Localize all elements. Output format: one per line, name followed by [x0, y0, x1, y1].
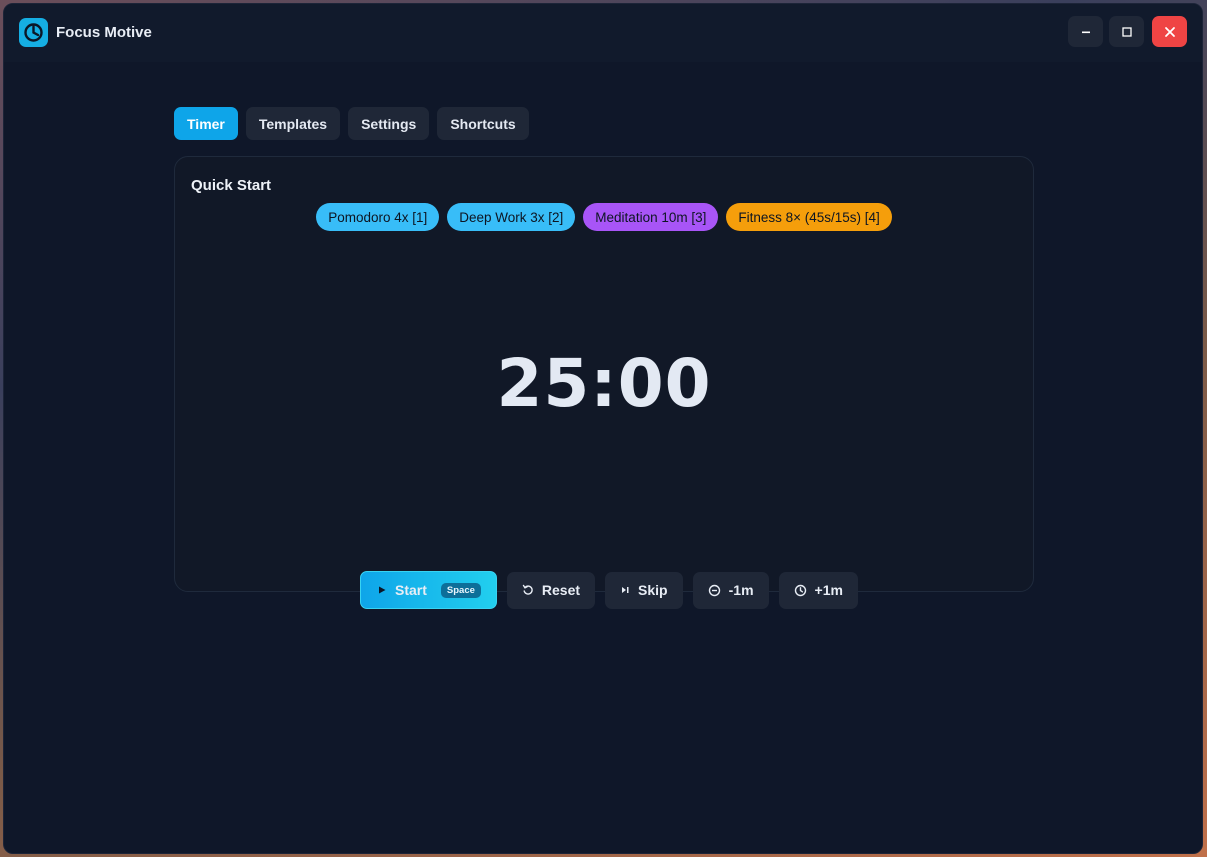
skip-button[interactable]: Skip	[605, 571, 683, 609]
preset-pomodoro[interactable]: Pomodoro 4x [1]	[316, 203, 440, 231]
shortcut-badge: Space	[440, 582, 481, 598]
plus-minute-label: +1m	[814, 582, 843, 598]
minimize-icon	[1080, 26, 1092, 38]
preset-deep-work[interactable]: Deep Work 3x [2]	[447, 203, 576, 231]
minus-circle-icon	[708, 584, 721, 597]
plus-minute-button[interactable]: +1m	[778, 571, 858, 609]
minus-minute-label: -1m	[728, 582, 754, 598]
preset-meditation[interactable]: Meditation 10m [3]	[583, 203, 719, 231]
reset-button[interactable]: Reset	[506, 571, 596, 609]
preset-fitness[interactable]: Fitness 8× (45s/15s) [4]	[726, 203, 892, 231]
minimize-button[interactable]	[1068, 16, 1103, 47]
reset-label: Reset	[541, 582, 581, 598]
play-icon	[377, 585, 387, 595]
app-clock-icon	[19, 18, 48, 47]
tab-settings[interactable]: Settings	[348, 107, 430, 140]
app-title: Focus Motive	[56, 24, 152, 41]
timer-panel: Quick Start Pomodoro 4x [1] Deep Work 3x…	[174, 156, 1034, 592]
skip-label: Skip	[638, 582, 668, 598]
skip-icon	[620, 585, 630, 595]
main-tabs: Timer Templates Settings Shortcuts	[174, 107, 529, 140]
maximize-icon	[1121, 26, 1133, 38]
timer-display: 25:00	[496, 345, 712, 422]
maximize-button[interactable]	[1109, 16, 1144, 47]
tab-timer[interactable]: Timer	[174, 107, 238, 140]
minus-minute-button[interactable]: -1m	[692, 571, 769, 609]
preset-list: Pomodoro 4x [1] Deep Work 3x [2] Meditat…	[175, 203, 1033, 231]
tab-templates[interactable]: Templates	[245, 107, 341, 140]
reset-icon	[522, 584, 534, 596]
timer-controls: Start Space Reset Skip -1m +1m	[360, 571, 858, 609]
close-button[interactable]	[1152, 16, 1187, 47]
start-label: Start	[395, 582, 427, 598]
app-window: Focus Motive Timer Templates Settings Sh…	[3, 3, 1203, 854]
start-button[interactable]: Start Space	[360, 571, 497, 609]
tab-shortcuts[interactable]: Shortcuts	[437, 107, 529, 140]
quick-start-title: Quick Start	[191, 177, 272, 194]
clock-icon	[794, 584, 807, 597]
close-icon	[1164, 26, 1176, 38]
title-bar[interactable]: Focus Motive	[4, 4, 1202, 62]
